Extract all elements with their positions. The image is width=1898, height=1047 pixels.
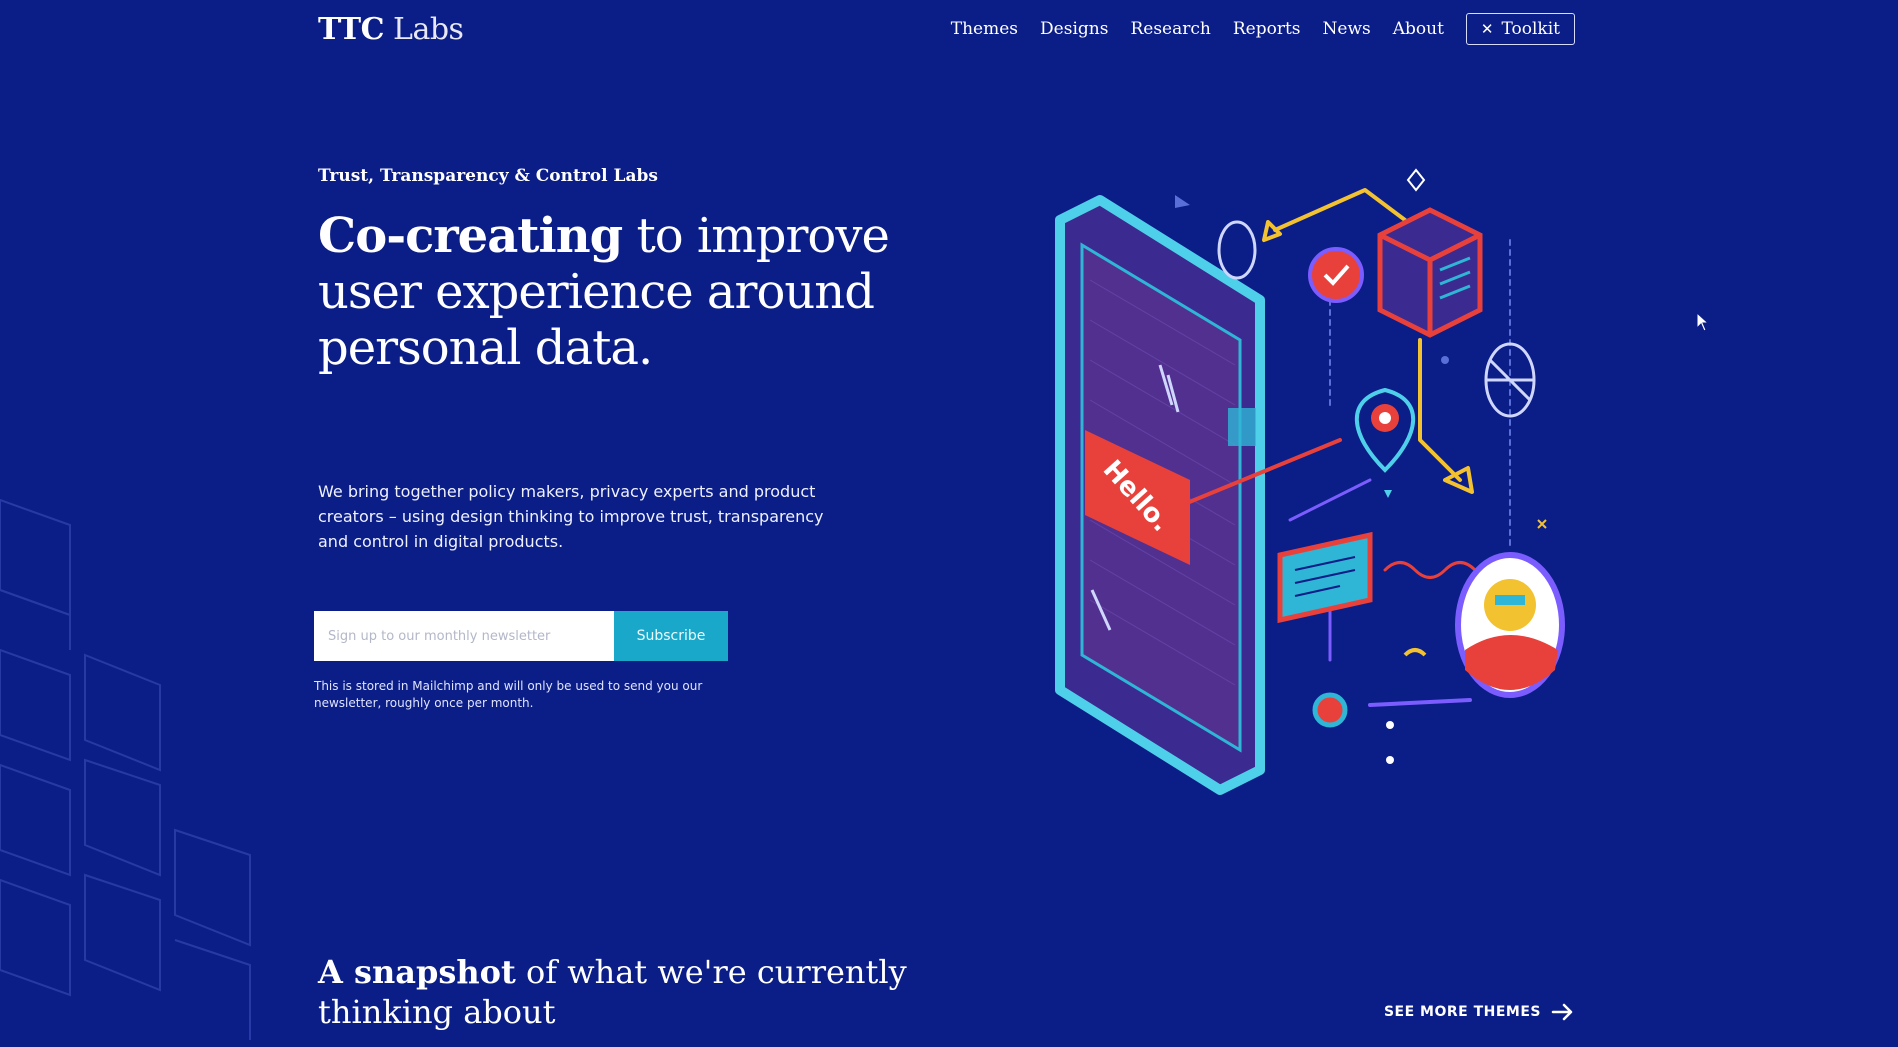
cube-icon	[1377, 207, 1483, 338]
hero-headline: Co-creating to improve user experience a…	[318, 208, 918, 376]
snapshot-section-title: A snapshot of what we're currently think…	[318, 952, 958, 1032]
see-more-themes-link[interactable]: SEE MORE THEMES	[1384, 1003, 1575, 1021]
check-badge-icon	[1308, 247, 1364, 303]
phone-illustration: Hello.	[1055, 195, 1265, 795]
location-pin-icon	[1354, 387, 1416, 473]
chat-bubble-icon	[1277, 531, 1373, 624]
toolkit-button[interactable]: ✕ Toolkit	[1465, 13, 1575, 45]
main-navigation: Themes Designs Research Reports News Abo…	[951, 13, 1575, 45]
newsletter-email-input[interactable]	[314, 611, 614, 661]
newsletter-fineprint: This is stored in Mailchimp and will onl…	[314, 679, 703, 710]
nav-link-themes[interactable]: Themes	[951, 19, 1018, 39]
site-logo[interactable]: TTC Labs	[318, 12, 464, 47]
avatar-illustration	[1455, 552, 1565, 698]
ellipse-shape	[1217, 220, 1257, 280]
nav-link-designs[interactable]: Designs	[1040, 19, 1108, 39]
hero-intro-text: We bring together policy makers, privacy…	[318, 482, 824, 551]
logo-bold-text: TTC	[318, 12, 384, 47]
see-more-label: SEE MORE THEMES	[1383, 1004, 1541, 1020]
nav-link-research[interactable]: Research	[1130, 19, 1210, 39]
hero-eyebrow: Trust, Transparency & Control Labs	[318, 166, 658, 186]
nav-link-reports[interactable]: Reports	[1233, 19, 1301, 39]
nav-link-news[interactable]: News	[1323, 19, 1371, 39]
newsletter-form: Subscribe	[314, 611, 728, 661]
snapshot-title-strong: A snapshot	[318, 953, 516, 991]
toolkit-label: Toolkit	[1501, 19, 1561, 39]
hero-illustration: Hello.	[1055, 168, 1565, 795]
subscribe-button[interactable]: Subscribe	[614, 611, 728, 661]
tools-icon: ✕	[1480, 20, 1494, 38]
hexagon-pattern-decoration	[0, 498, 251, 1040]
logo-light-text: Labs	[393, 12, 464, 47]
arrow-right-icon	[1551, 1003, 1573, 1021]
nav-link-about[interactable]: About	[1393, 19, 1444, 39]
mouse-cursor-icon	[1696, 312, 1710, 332]
headline-strong: Co-creating	[318, 208, 623, 264]
